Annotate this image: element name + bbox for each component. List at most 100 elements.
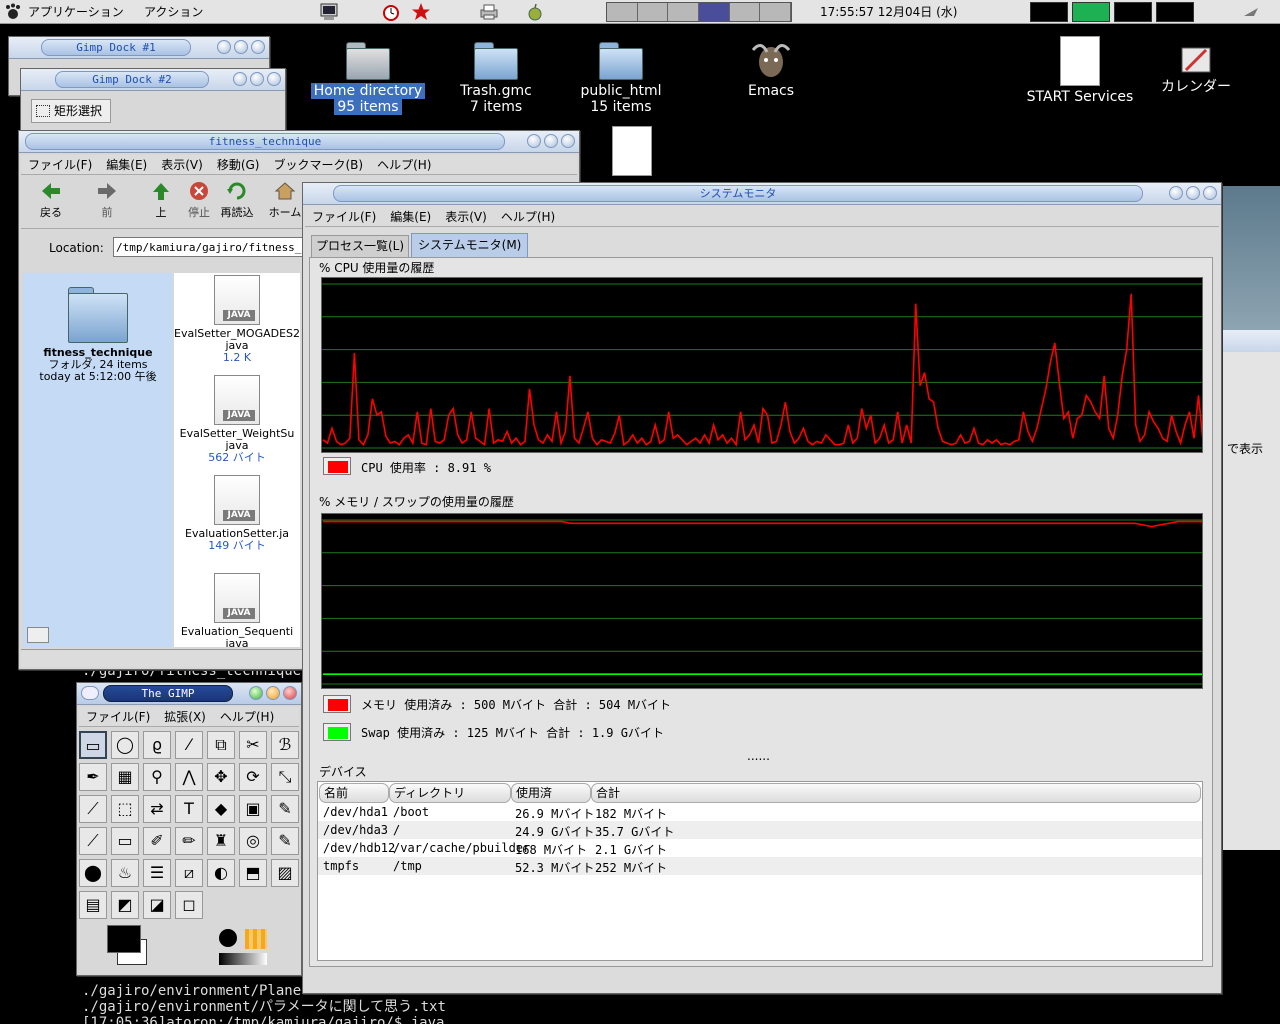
- desktop-icon-start-services[interactable]: START Services: [1020, 36, 1140, 105]
- maximize-button[interactable]: [544, 134, 558, 148]
- terminal-launcher-icon[interactable]: [318, 2, 340, 22]
- move-tool-icon[interactable]: ⋀: [175, 763, 203, 791]
- printer-icon[interactable]: [478, 2, 500, 22]
- measure-tool-icon[interactable]: ⚲: [143, 763, 171, 791]
- pencil-tool-icon[interactable]: ✎: [271, 795, 299, 823]
- flip-tool-icon[interactable]: ⇄: [143, 795, 171, 823]
- script-2-tool-icon[interactable]: ◩: [111, 891, 139, 919]
- load-monitor[interactable]: [1030, 2, 1068, 22]
- reload-button[interactable]: 再読込: [217, 181, 257, 220]
- column-header-used[interactable]: 使用済: [511, 783, 591, 803]
- maximize-button[interactable]: [1186, 186, 1200, 200]
- minimize-button[interactable]: [249, 686, 263, 700]
- script-3-tool-icon[interactable]: ◪: [143, 891, 171, 919]
- magnify-tool-icon[interactable]: ▦: [111, 763, 139, 791]
- script-tool-icon[interactable]: ▤: [79, 891, 107, 919]
- dodge-burn-tool-icon[interactable]: ♨: [111, 859, 139, 887]
- ellipse-select-tool-icon[interactable]: ◯: [111, 731, 139, 759]
- desktop-icon-home[interactable]: Home directory 95 items: [308, 40, 428, 115]
- pattern-preview[interactable]: [245, 929, 267, 949]
- menu-bookmarks[interactable]: ブックマーク(B): [266, 155, 370, 174]
- column-header-name[interactable]: 名前: [319, 783, 389, 803]
- foreground-color-swatch[interactable]: [107, 925, 141, 953]
- menu-go[interactable]: 移動(G): [210, 155, 267, 174]
- panel-clock[interactable]: 17:55:57 12月04日 (水): [820, 3, 957, 21]
- window-titlebar[interactable]: The GIMP: [77, 683, 301, 705]
- brush-preview[interactable]: [219, 929, 237, 947]
- bucket-fill-tool-icon[interactable]: ◆: [207, 795, 235, 823]
- workspace-4[interactable]: [699, 3, 730, 21]
- workspace-1[interactable]: [607, 3, 638, 21]
- window-menu-button[interactable]: [81, 686, 99, 700]
- scale-tool-icon[interactable]: ⤡: [271, 763, 299, 791]
- close-button[interactable]: [561, 134, 575, 148]
- stop-button[interactable]: 停止: [179, 181, 219, 220]
- window-titlebar[interactable]: Gimp Dock #1: [9, 37, 269, 59]
- home-button[interactable]: ホーム: [265, 181, 305, 220]
- close-button[interactable]: [1203, 186, 1217, 200]
- workspace-6[interactable]: [760, 3, 792, 21]
- actions-menu[interactable]: アクション: [144, 3, 203, 21]
- text-tool-icon[interactable]: T: [175, 795, 203, 823]
- rect-select-tool-icon[interactable]: ▭: [79, 731, 107, 759]
- airbrush-tool-icon[interactable]: ✐: [143, 827, 171, 855]
- up-button[interactable]: 上: [141, 181, 181, 220]
- list-item[interactable]: JAVA EvalSetter_MOGADES2 java 1.2 K: [174, 275, 300, 364]
- maximize-button[interactable]: [234, 40, 248, 54]
- tool-options-tab[interactable]: 矩形選択: [31, 99, 111, 123]
- color-picker-tool-icon[interactable]: ✒: [79, 763, 107, 791]
- list-item[interactable]: JAVA Evaluation_Sequenti java: [174, 573, 300, 647]
- menu-view[interactable]: 表示(V): [154, 155, 210, 174]
- menu-arrow-icon[interactable]: [1240, 2, 1262, 22]
- desktop-icon-emacs[interactable]: Emacs: [726, 40, 816, 99]
- color-balance-tool-icon[interactable]: ⬒: [239, 859, 267, 887]
- workspace-pager[interactable]: [606, 2, 792, 22]
- paths-tool-icon[interactable]: ℬ: [271, 731, 299, 759]
- window-titlebar[interactable]: Gimp Dock #2: [21, 69, 285, 91]
- gradient-editor-tool-icon[interactable]: ◻: [175, 891, 203, 919]
- menu-help[interactable]: ヘルプ(H): [213, 707, 281, 726]
- memory-color-button[interactable]: [323, 695, 351, 713]
- gimp-toolbox-window[interactable]: The GIMP ファイル(F) 拡張(X) ヘルプ(H) ▭ ◯ ϱ ⁄ ⧉ ✂ ℬ ✒ ▦ ⚲…: [76, 682, 302, 976]
- ink-tool-icon[interactable]: ✏: [175, 827, 203, 855]
- window-titlebar[interactable]: fitness_technique: [19, 131, 579, 153]
- desktop-icon-public-html[interactable]: public_html 15 items: [566, 40, 676, 115]
- workspace-2[interactable]: [638, 3, 669, 21]
- eraser-tool-icon[interactable]: ▭: [111, 827, 139, 855]
- menu-help[interactable]: ヘルプ(H): [370, 155, 438, 174]
- workspace-3[interactable]: [668, 3, 700, 21]
- close-button[interactable]: [283, 686, 297, 700]
- perspective-tool-icon[interactable]: ⬚: [111, 795, 139, 823]
- rotate-tool-icon[interactable]: ⟳: [239, 763, 267, 791]
- workspace-5[interactable]: [730, 3, 761, 21]
- color-swatches[interactable]: [107, 921, 157, 967]
- menu-xtns[interactable]: 拡張(X): [157, 707, 213, 726]
- crop-tool-icon[interactable]: ✥: [207, 763, 235, 791]
- desktop-icon-trash[interactable]: Trash.gmc 7 items: [446, 40, 546, 115]
- close-button[interactable]: [251, 40, 265, 54]
- fuzzy-select-tool-icon[interactable]: ⁄: [175, 731, 203, 759]
- blend-tool-icon[interactable]: ▣: [239, 795, 267, 823]
- color-select-tool-icon[interactable]: ⧉: [207, 731, 235, 759]
- network-monitor[interactable]: [1114, 2, 1152, 22]
- menu-edit[interactable]: 編集(E): [383, 207, 438, 226]
- levels-tool-icon[interactable]: ☰: [143, 859, 171, 887]
- minimize-button[interactable]: [1169, 186, 1183, 200]
- table-row[interactable]: [318, 857, 1202, 875]
- close-button[interactable]: [267, 72, 281, 86]
- star-icon[interactable]: [410, 2, 432, 22]
- apple-icon[interactable]: [524, 2, 546, 22]
- document-icon[interactable]: [612, 126, 652, 176]
- forward-button[interactable]: 前: [85, 181, 129, 220]
- shear-tool-icon[interactable]: ⟋: [79, 795, 107, 823]
- column-header-total[interactable]: 合計: [591, 783, 1201, 803]
- gradient-preview[interactable]: [219, 953, 267, 965]
- paintbrush-tool-icon[interactable]: ⟋: [79, 827, 107, 855]
- swap-color-button[interactable]: [323, 723, 351, 741]
- maximize-button[interactable]: [250, 72, 264, 86]
- free-select-tool-icon[interactable]: ϱ: [143, 731, 171, 759]
- location-input[interactable]: [113, 237, 303, 257]
- system-monitor-window[interactable]: システムモニタ ファイル(F) 編集(E) 表示(V) ヘルプ(H) プロセス一…: [302, 182, 1222, 994]
- hue-tool-icon[interactable]: ▨: [271, 859, 299, 887]
- menu-edit[interactable]: 編集(E): [99, 155, 154, 174]
